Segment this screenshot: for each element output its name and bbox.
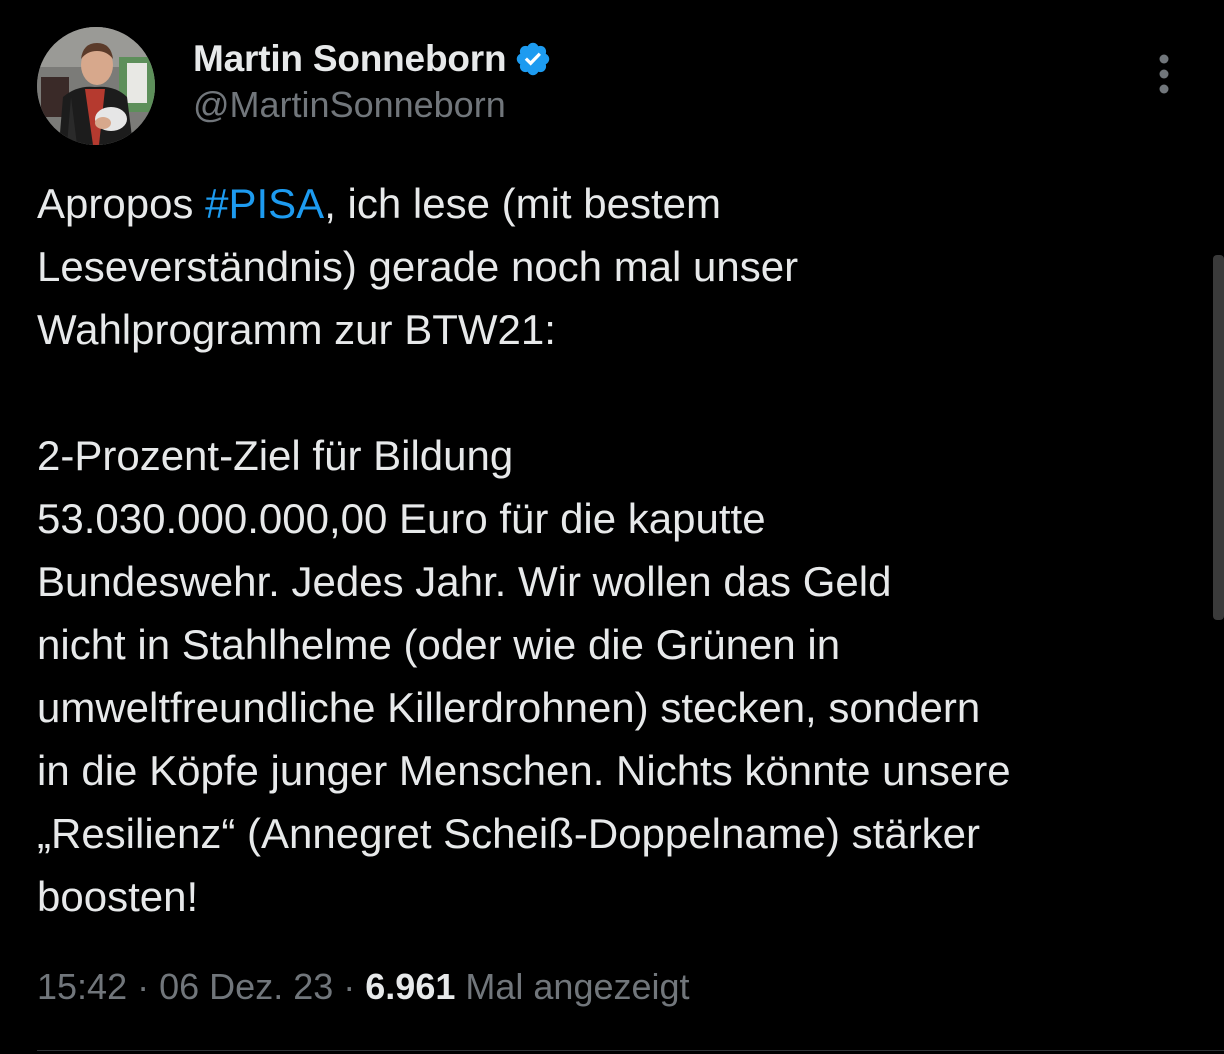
tweet-text-body: , ich lese (mit bestem Leseverständnis) … <box>37 180 1011 920</box>
scrollbar[interactable] <box>1213 255 1224 620</box>
author-name[interactable]: Martin Sonneborn <box>193 38 507 80</box>
tweet-time[interactable]: 15:42 <box>37 966 127 1007</box>
avatar-photo <box>37 27 155 145</box>
tweet-text-intro: Apropos <box>37 180 206 227</box>
views-label: Mal angezeigt <box>465 966 690 1007</box>
meta-separator: · <box>137 966 150 1007</box>
avatar[interactable] <box>37 27 155 145</box>
divider <box>37 1050 1224 1051</box>
verified-badge-icon[interactable] <box>514 40 552 78</box>
more-vertical-icon <box>1159 54 1169 94</box>
author-name-row: Martin Sonneborn <box>193 36 552 82</box>
tweet-date[interactable]: 06 Dez. 23 <box>159 966 333 1007</box>
views-count[interactable]: 6.961 <box>365 966 455 1007</box>
more-options-button[interactable] <box>1146 52 1182 98</box>
tweet-meta: 15:42 · 06 Dez. 23 · 6.961 Mal angezeigt <box>37 966 690 1008</box>
author-handle[interactable]: @MartinSonneborn <box>193 84 552 126</box>
author-block[interactable]: Martin Sonneborn @MartinSonneborn <box>193 36 552 126</box>
tweet-text: Apropos #PISA, ich lese (mit bestem Lese… <box>37 172 1197 928</box>
hashtag-link[interactable]: #PISA <box>205 180 324 227</box>
meta-separator: · <box>343 966 356 1007</box>
